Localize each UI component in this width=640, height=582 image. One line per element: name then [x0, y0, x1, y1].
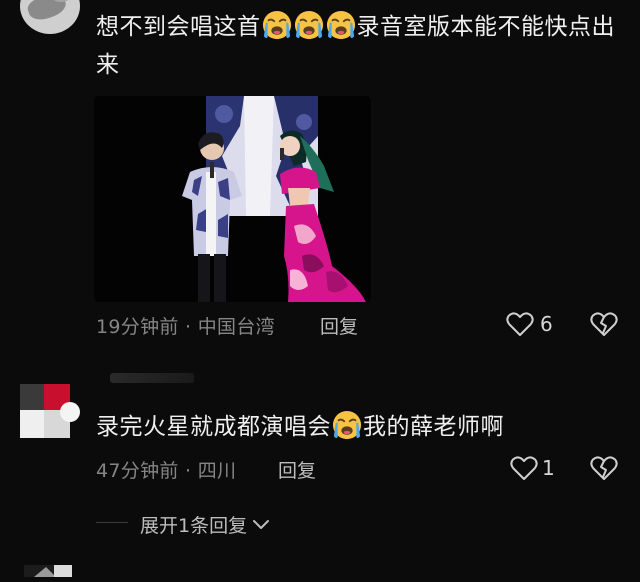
avatar-partial	[24, 565, 72, 577]
chevron-down-icon	[253, 519, 270, 529]
dislike-button[interactable]	[590, 311, 618, 337]
dislike-button[interactable]	[590, 455, 618, 481]
expand-replies-button[interactable]: 展开1条回复	[140, 511, 270, 538]
next-commenter-avatar[interactable]	[24, 562, 72, 582]
heart-outline-icon	[510, 456, 538, 480]
broken-heart-icon	[590, 312, 618, 336]
loudly-crying-face-icon	[262, 10, 291, 40]
loudly-crying-face-icon	[332, 410, 362, 440]
comment-text: 录完火星就成都演唱会 我的薛老师啊	[96, 408, 626, 446]
loudly-crying-face-icon	[326, 10, 355, 40]
like-count: 6	[540, 312, 553, 336]
commenter-name-placeholder	[110, 373, 194, 383]
comment-text: 想不到会唱这首 录音室版本能不能快点出来	[96, 8, 626, 84]
concert-photo	[94, 96, 371, 302]
expand-divider	[96, 522, 128, 523]
commenter-avatar[interactable]	[20, 384, 82, 438]
comment-meta: 19分钟前 · 中国台湾	[96, 316, 275, 338]
like-button[interactable]	[506, 311, 534, 337]
expand-replies-label: 展开1条回复	[140, 515, 248, 537]
comment-image[interactable]	[94, 96, 371, 302]
heart-outline-icon	[506, 312, 534, 336]
broken-heart-icon	[590, 456, 618, 480]
like-button[interactable]	[510, 455, 538, 481]
like-count: 1	[542, 456, 555, 480]
loudly-crying-face-icon	[294, 10, 323, 40]
comment-meta: 47分钟前 · 四川	[96, 460, 237, 482]
reply-button[interactable]: 回复	[320, 312, 358, 339]
reply-button[interactable]: 回复	[278, 456, 316, 483]
commenter-avatar[interactable]	[20, 0, 80, 34]
